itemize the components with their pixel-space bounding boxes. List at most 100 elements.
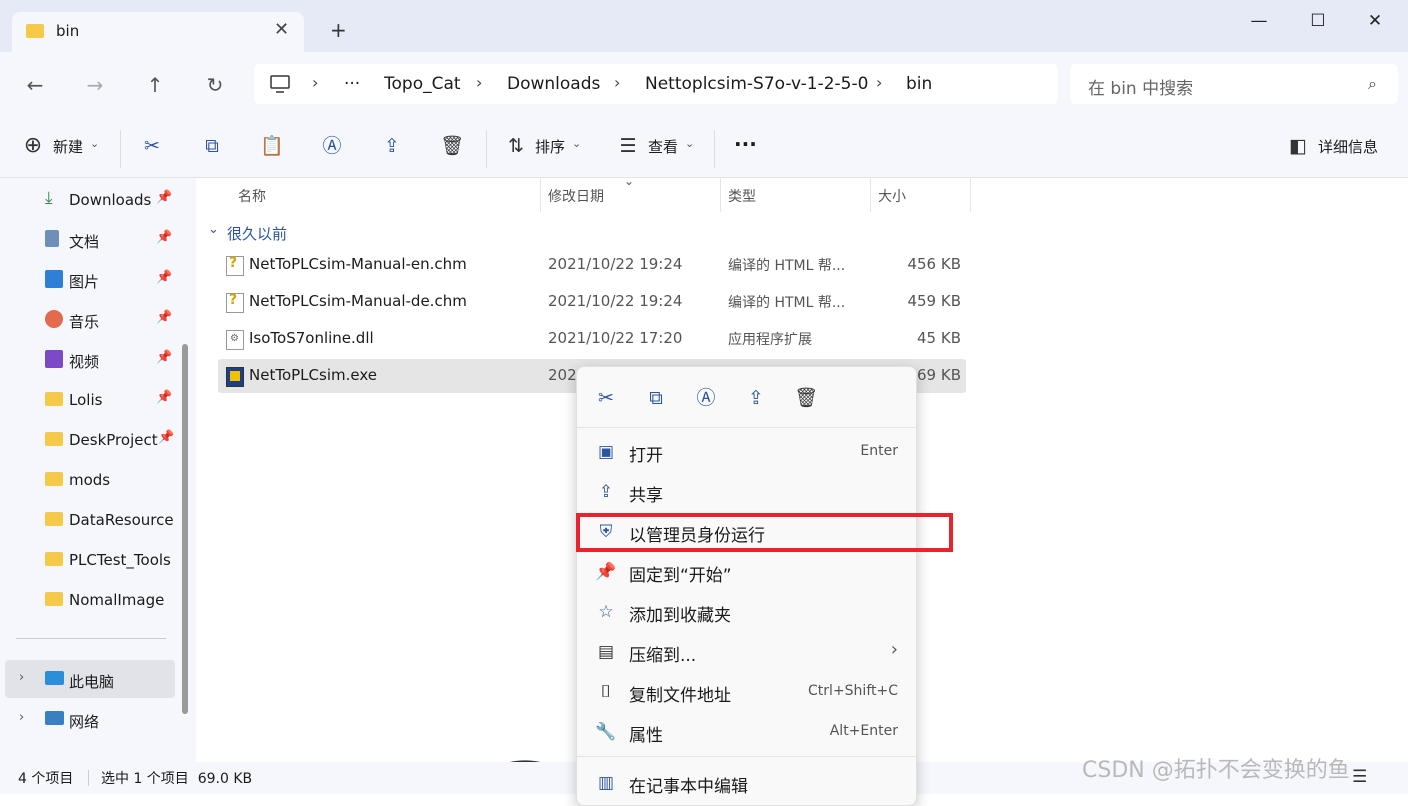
sidebar-item-label: 视频 [69, 353, 100, 371]
computer-icon [45, 671, 64, 685]
details-button[interactable]: 详细信息 [1318, 136, 1378, 157]
sidebar-item-this-pc[interactable]: › 此电脑 [5, 660, 175, 698]
sidebar-item-dataresource[interactable]: DataResource [0, 500, 190, 538]
cut-icon[interactable]: ✂ [140, 134, 164, 158]
menu-item-copy-path[interactable]: ⌷ 复制文件地址 Ctrl+Shift+C [581, 672, 914, 712]
star-icon: ☆ [598, 602, 614, 622]
breadcrumb-more[interactable]: ··· [344, 74, 360, 94]
share-icon[interactable]: ⇪ [380, 134, 404, 158]
document-icon [45, 230, 59, 247]
pin-icon: 📌 [156, 190, 173, 205]
sidebar-item-deskproject[interactable]: DeskProject 📌 [0, 420, 190, 458]
copy-icon[interactable]: ⧉ [200, 134, 224, 158]
rename-icon[interactable]: Ⓐ [693, 385, 719, 411]
breadcrumb-separator-icon: › [312, 73, 319, 92]
breadcrumb-nettoplcsim[interactable]: Nettoplcsim-S7o-v-1-2-5-0 [645, 74, 868, 94]
menu-item-add-to-favorites[interactable]: ☆ 添加到收藏夹 [581, 592, 914, 632]
forward-button[interactable]: → [80, 70, 110, 100]
new-tab-button[interactable]: + [330, 18, 347, 42]
folder-icon [45, 472, 63, 486]
sidebar-item-documents[interactable]: 文档 📌 [0, 220, 190, 258]
copy-icon[interactable]: ⧉ [643, 385, 669, 411]
refresh-button[interactable]: ↻ [200, 70, 230, 100]
sidebar-item-videos[interactable]: 视频 📌 [0, 340, 190, 378]
column-size[interactable]: 大小 [878, 186, 906, 206]
menu-item-share[interactable]: ⇪ 共享 [581, 472, 914, 512]
sidebar-item-pictures[interactable]: 图片 📌 [0, 260, 190, 298]
menu-item-compress-to[interactable]: ▤ 压缩到... › [581, 632, 914, 672]
search-box[interactable]: 在 bin 中搜索 ⌕ [1070, 64, 1398, 104]
sidebar-item-network[interactable]: › 网络 [0, 700, 190, 738]
computer-icon [270, 75, 290, 93]
file-size: 45 KB [917, 329, 961, 347]
chevron-down-icon: ⌄ [90, 137, 100, 150]
toolbar-divider [486, 130, 487, 168]
paste-icon[interactable]: 📋 [260, 134, 284, 158]
table-row[interactable]: ? NetToPLCsim-Manual-en.chm 2021/10/22 1… [218, 248, 966, 282]
details-view-icon[interactable]: ☰ [1352, 767, 1367, 787]
column-type[interactable]: 类型 [728, 186, 756, 206]
up-button[interactable]: ↑ [140, 70, 170, 100]
address-bar[interactable]: › ··· Topo_Cat › Downloads › Nettoplcsim… [254, 64, 1058, 104]
tab-bin[interactable]: bin ✕ [12, 12, 304, 52]
cut-icon[interactable]: ✂ [593, 385, 619, 411]
column-divider[interactable] [870, 178, 871, 212]
more-options-button[interactable]: ··· [734, 132, 757, 156]
view-button[interactable]: 查看 [648, 136, 678, 157]
navigation-pane: ⤓ Downloads 📌 文档 📌 图片 📌 音乐 📌 视频 📌 Lolis … [0, 178, 196, 762]
close-tab-icon[interactable]: ✕ [274, 19, 289, 40]
menu-divider [577, 427, 916, 428]
breadcrumb-downloads[interactable]: Downloads [507, 74, 600, 94]
delete-icon[interactable]: 🗑 [440, 134, 464, 158]
new-button[interactable]: 新建 [53, 136, 83, 157]
sidebar-item-label: DataResource [69, 511, 174, 529]
column-divider[interactable] [970, 178, 971, 212]
file-name: IsoToS7online.dll [249, 329, 374, 347]
sidebar-scrollbar[interactable] [182, 344, 188, 714]
back-button[interactable]: ← [20, 70, 50, 100]
title-bar: bin ✕ + — ☐ ✕ [0, 0, 1408, 52]
sidebar-item-music[interactable]: 音乐 📌 [0, 300, 190, 338]
share-icon[interactable]: ⇪ [743, 385, 769, 411]
rename-icon[interactable]: Ⓐ [320, 134, 344, 158]
maximize-button[interactable]: ☐ [1295, 6, 1341, 36]
menu-item-label: 压缩到... [629, 646, 697, 666]
network-icon [45, 711, 64, 725]
minimize-button[interactable]: — [1236, 6, 1282, 36]
sidebar-item-mods[interactable]: mods [0, 460, 190, 498]
sidebar-item-nomalimage[interactable]: NomalImage [0, 580, 190, 618]
view-icon: ☰ [619, 135, 637, 157]
sidebar-item-plctest-tools[interactable]: PLCTest_Tools [0, 540, 190, 578]
breadcrumb-bin[interactable]: bin [906, 74, 932, 94]
sidebar-item-label: 网络 [69, 713, 100, 731]
file-size: 459 KB [907, 292, 961, 310]
breadcrumb-topo-cat[interactable]: Topo_Cat [384, 74, 461, 94]
close-window-button[interactable]: ✕ [1352, 6, 1398, 36]
menu-item-pin-to-start[interactable]: 📌 固定到“开始” [581, 552, 914, 592]
sidebar-item-label: mods [69, 471, 111, 489]
wrench-icon: 🔧 [595, 722, 617, 742]
column-date[interactable]: 修改日期 [548, 186, 604, 206]
table-row[interactable]: ⚙ IsoToS7online.dll 2021/10/22 17:20 应用程… [218, 322, 966, 356]
menu-item-label: 打开 [629, 446, 663, 466]
chevron-down-icon: ⌄ [572, 137, 582, 150]
menu-item-properties[interactable]: 🔧 属性 Alt+Enter [581, 712, 914, 752]
details-pane-icon: ◧ [1289, 135, 1307, 157]
sidebar-item-lolis[interactable]: Lolis 📌 [0, 380, 190, 418]
sidebar-item-downloads[interactable]: ⤓ Downloads 📌 [0, 180, 190, 218]
menu-item-open[interactable]: ▣ 打开 Enter [581, 432, 914, 472]
file-date: 202 [548, 366, 577, 384]
column-divider[interactable] [540, 178, 541, 212]
column-divider[interactable] [720, 178, 721, 212]
music-icon [45, 310, 63, 328]
search-input[interactable]: 在 bin 中搜索 [1088, 74, 1193, 99]
delete-icon[interactable]: 🗑 [793, 385, 819, 411]
menu-item-shortcut: Alt+Enter [829, 723, 898, 739]
menu-item-edit-in-notepad[interactable]: ▥ 在记事本中编辑 [581, 763, 914, 803]
group-label: 很久以前 [227, 225, 288, 243]
sort-button[interactable]: 排序 [535, 136, 565, 157]
watermark: CSDN @拓扑不会变换的鱼 [1082, 758, 1350, 783]
table-row[interactable]: ? NetToPLCsim-Manual-de.chm 2021/10/22 1… [218, 285, 966, 319]
column-name[interactable]: 名称 [238, 186, 266, 206]
menu-divider [577, 756, 916, 757]
